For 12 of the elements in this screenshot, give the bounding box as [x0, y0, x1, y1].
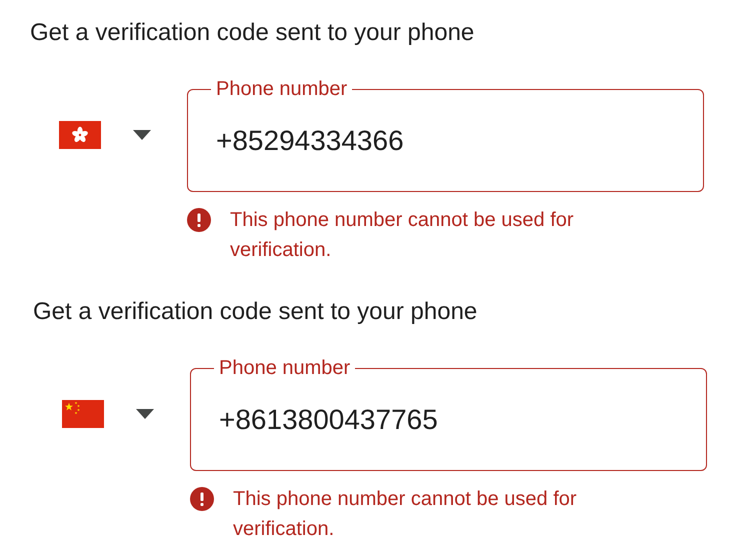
caret-icon — [136, 409, 154, 419]
error-icon — [190, 487, 214, 511]
phone-number-input[interactable]: +8613800437765 — [219, 398, 696, 440]
country-dropdown-button[interactable] — [133, 130, 151, 140]
section-heading: Get a verification code sent to your phone — [30, 18, 476, 48]
section-heading: Get a verification code sent to your phone — [33, 297, 478, 327]
phone-number-input[interactable]: +85294334366 — [216, 120, 693, 162]
error-icon — [187, 208, 211, 232]
country-dropdown-button[interactable] — [136, 409, 154, 419]
error-message: This phone number cannot be used for verification. — [233, 487, 578, 542]
error-message: This phone number cannot be used for verification. — [230, 208, 575, 263]
caret-icon — [133, 130, 151, 140]
